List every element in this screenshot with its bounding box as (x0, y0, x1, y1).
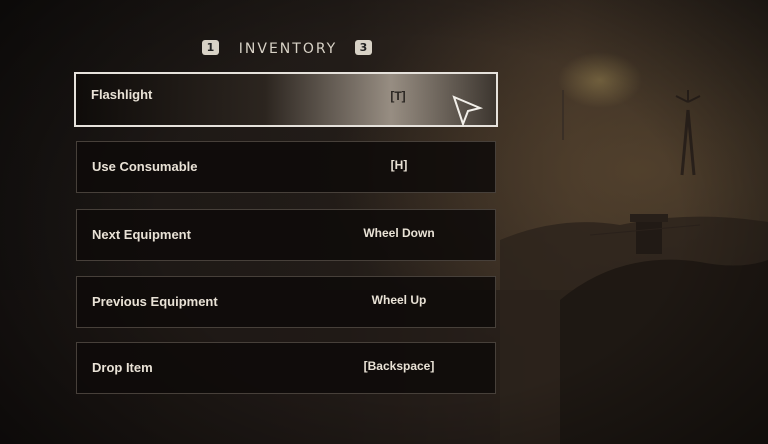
binding-key-value[interactable]: Wheel Up (327, 277, 471, 323)
binding-row-drop-item[interactable]: Drop Item [Backspace] (76, 342, 496, 394)
controls-screen: 1 INVENTORY 3 Flashlight [T] Use Consuma… (0, 0, 768, 444)
binding-row-previous-equipment[interactable]: Previous Equipment Wheel Up (76, 276, 496, 328)
prev-tab-key-badge[interactable]: 1 (202, 40, 219, 55)
menu-header: 1 INVENTORY 3 (0, 38, 572, 62)
binding-row-flashlight[interactable]: Flashlight [T] (74, 72, 498, 127)
binding-row-next-equipment[interactable]: Next Equipment Wheel Down (76, 209, 496, 261)
binding-action-label: Next Equipment (92, 227, 191, 242)
binding-key-value[interactable]: [T] (326, 74, 470, 118)
binding-key-value[interactable]: Wheel Down (327, 210, 471, 256)
binding-action-label: Use Consumable (92, 159, 198, 174)
binding-action-label: Previous Equipment (92, 294, 218, 309)
binding-action-label: Flashlight (91, 87, 153, 102)
tab-title: INVENTORY (238, 41, 338, 57)
binding-key-value[interactable]: [H] (327, 142, 471, 188)
binding-row-use-consumable[interactable]: Use Consumable [H] (76, 141, 496, 193)
binding-action-label: Drop Item (92, 360, 153, 375)
binding-key-value[interactable]: [Backspace] (327, 343, 471, 389)
mouse-pointer-icon (452, 95, 484, 127)
next-tab-key-badge[interactable]: 3 (355, 40, 372, 55)
